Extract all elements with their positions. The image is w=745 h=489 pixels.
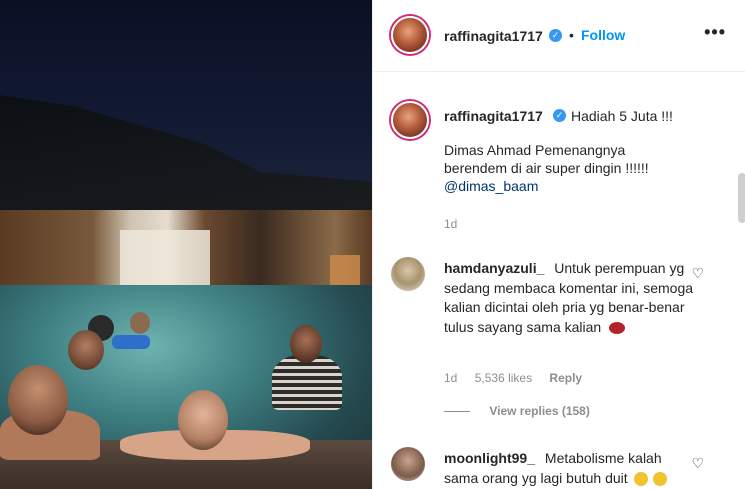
comment-text: hamdanyazuli_ Untuk perempuan yg sedang … — [444, 259, 694, 337]
verified-icon: ✓ — [553, 109, 566, 122]
comments-scrollbar[interactable] — [738, 173, 745, 223]
media-person — [178, 390, 228, 450]
comment-text: moonlight99_ Metabolisme kalah sama oran… — [444, 449, 694, 488]
media-window — [120, 230, 210, 290]
follow-button[interactable]: Follow — [581, 27, 625, 43]
view-replies-label: View replies (158) — [489, 404, 590, 418]
post-header: raffinagita1717 ✓ • Follow ••• — [373, 0, 745, 72]
caption-line: berendem di air super dingin !!!!!! — [444, 160, 649, 176]
caption-headline: Hadiah 5 Juta !!! — [571, 108, 673, 124]
avatar[interactable] — [391, 101, 429, 139]
caption-timestamp[interactable]: 1d — [444, 217, 457, 231]
media-person — [8, 365, 68, 435]
avatar[interactable] — [391, 16, 429, 54]
media-pool-float — [112, 335, 150, 349]
caption-mention-link[interactable]: @dimas_baam — [444, 177, 704, 195]
caption-username[interactable]: raffinagita1717 — [444, 108, 543, 124]
more-options-icon[interactable]: ••• — [704, 22, 726, 43]
comment-time[interactable]: 1d — [444, 371, 457, 385]
laughing-emoji-icon — [653, 471, 668, 486]
like-heart-icon[interactable]: ♡ — [691, 455, 704, 472]
avatar[interactable] — [391, 447, 425, 481]
comment-likes[interactable]: 5,536 likes — [475, 371, 532, 385]
laughing-emoji-icon — [633, 471, 648, 486]
view-replies-button[interactable]: View replies (158) — [444, 404, 590, 418]
verified-icon: ✓ — [549, 29, 562, 42]
caption-line: Dimas Ahmad Pemenangnya — [444, 142, 626, 158]
media-person-body — [272, 355, 342, 410]
avatar[interactable] — [391, 257, 425, 291]
comment-meta: 1d 5,536 likes Reply — [444, 371, 596, 385]
comment-username[interactable]: moonlight99_ — [444, 450, 535, 466]
like-heart-icon[interactable]: ♡ — [691, 265, 704, 282]
header-username[interactable]: raffinagita1717 — [444, 28, 543, 44]
media-person — [130, 312, 150, 334]
separator-dot: • — [569, 27, 574, 43]
media-person — [68, 330, 104, 370]
caption-body: Dimas Ahmad Pemenangnya berendem di air … — [444, 141, 704, 195]
comments-list[interactable]: raffinagita1717 ✓ Hadiah 5 Juta !!! Dima… — [373, 73, 745, 489]
post-media[interactable] — [0, 0, 372, 489]
view-replies-line — [444, 411, 470, 413]
comment-username[interactable]: hamdanyazuli_ — [444, 260, 544, 276]
reply-button[interactable]: Reply — [549, 371, 582, 385]
media-person — [290, 325, 322, 363]
kiss-emoji-icon — [609, 321, 626, 334]
post-panel: raffinagita1717 ✓ • Follow ••• raffinagi… — [372, 0, 745, 489]
